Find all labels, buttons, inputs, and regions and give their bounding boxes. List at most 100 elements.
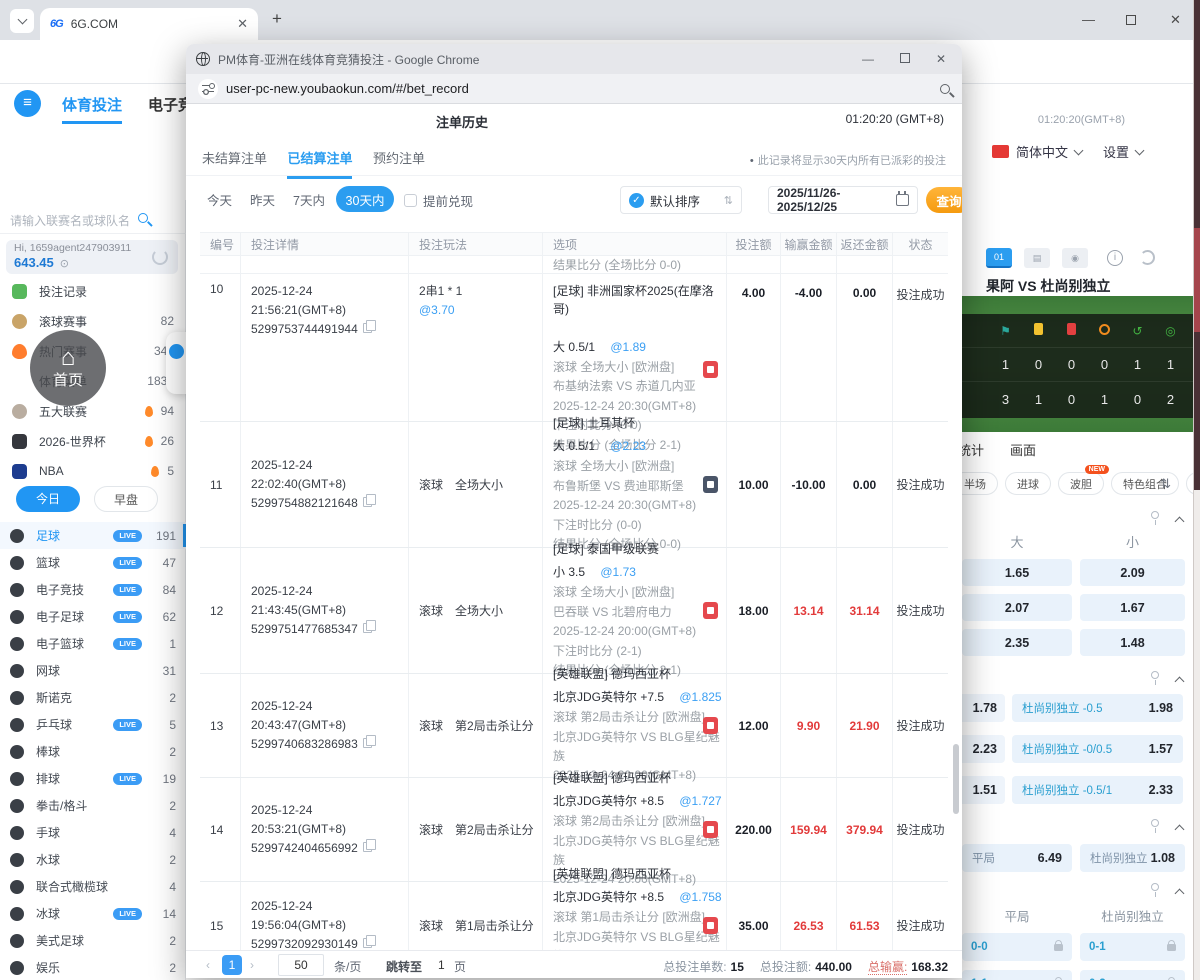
under-odds-button[interactable]: 2.09 <box>1080 559 1185 586</box>
pin-icon[interactable] <box>1151 883 1159 897</box>
window-maximize-button[interactable] <box>1126 13 1136 28</box>
copy-icon[interactable] <box>362 494 376 508</box>
league-search-input[interactable]: 请输入联赛名或球队名 <box>0 204 186 234</box>
sidebar-sport-item[interactable]: 足球 LIVE 191 <box>0 522 186 549</box>
quick-range-button[interactable]: 今天 <box>207 190 232 209</box>
market-pill[interactable]: 进球 <box>1005 472 1051 495</box>
team-odds-button[interactable]: 杜尚别独立 1.08 <box>1080 844 1185 872</box>
market-pill[interactable]: 波胆 NEW <box>1058 465 1109 495</box>
home-floating-button[interactable]: ⌂ 首页 <box>30 330 106 406</box>
copy-icon[interactable] <box>362 839 376 853</box>
pin-icon[interactable] <box>1151 671 1159 685</box>
video-tab[interactable]: ◉ <box>1062 248 1088 268</box>
refresh-balance-icon[interactable] <box>152 249 168 265</box>
collapse-icon[interactable] <box>1174 516 1185 527</box>
copy-icon[interactable] <box>362 320 376 334</box>
sidebar-sport-item[interactable]: 斯诺克 2 <box>0 684 186 711</box>
record-tab[interactable]: 已结算注单 <box>287 148 353 179</box>
quick-range-button[interactable]: 昨天 <box>250 190 275 209</box>
over-odds-button[interactable]: 2.35 <box>962 629 1072 656</box>
away-handicap-odds-button[interactable]: 杜尚别独立 -0/0.5 1.57 <box>1012 735 1183 763</box>
tab-search-button[interactable] <box>10 9 34 33</box>
sidebar-menu-item[interactable]: 2026-世界杯 26 <box>0 426 186 456</box>
popup-title-bar[interactable]: PM体育-亚洲在线体育竞猜投注 - Google Chrome — ✕ <box>186 44 962 74</box>
odds-board-tab[interactable]: 01 <box>986 248 1012 268</box>
score-odds-button[interactable]: 0-1 <box>1080 933 1185 961</box>
record-tab[interactable]: 未结算注单 <box>202 148 267 176</box>
stream-icon[interactable] <box>703 475 718 493</box>
quick-range-button[interactable]: 7天内 <box>293 190 325 209</box>
record-tab[interactable]: 预约注单 <box>373 148 425 176</box>
stats-board-tab[interactable]: ▤ <box>1024 248 1050 268</box>
window-close-button[interactable]: ✕ <box>1170 12 1181 28</box>
popup-maximize-button[interactable] <box>899 52 910 66</box>
under-odds-button[interactable]: 1.67 <box>1080 594 1185 621</box>
away-handicap-odds-button[interactable]: 杜尚别独立 -0.5/1 2.33 <box>1012 776 1183 804</box>
today-tab[interactable]: 今日 <box>16 486 80 512</box>
copy-icon[interactable] <box>362 735 376 749</box>
sidebar-menu-item[interactable]: NBA 5 <box>0 456 186 486</box>
away-handicap-odds-button[interactable]: 杜尚别独立 -0.5 1.98 <box>1012 694 1183 722</box>
score-odds-button[interactable]: 0-0 <box>962 933 1072 961</box>
stream-icon[interactable] <box>703 820 718 838</box>
new-tab-button[interactable]: + <box>272 9 282 29</box>
draw-odds-button[interactable]: 平局 6.49 <box>962 844 1072 872</box>
sidebar-sport-item[interactable]: 手球 4 <box>0 819 186 846</box>
date-range-picker[interactable]: 2025/11/26-2025/12/25 <box>768 186 918 214</box>
under-odds-button[interactable]: 1.48 <box>1080 629 1185 656</box>
sidebar-menu-item[interactable]: 投注记录 <box>0 276 186 306</box>
info-icon[interactable]: i <box>1107 250 1123 266</box>
settings-menu[interactable]: 设置 <box>1103 142 1129 161</box>
sidebar-sport-item[interactable]: 电子篮球 LIVE 1 <box>0 630 186 657</box>
popup-minimize-button[interactable]: — <box>862 52 874 66</box>
sidebar-sport-item[interactable]: 冰球 LIVE 14 <box>0 900 186 927</box>
current-page-button[interactable]: 1 <box>222 955 242 975</box>
sort-markets-icon[interactable]: ⇅ <box>1160 476 1171 492</box>
collapse-icon[interactable] <box>1174 824 1185 835</box>
sidebar-sport-item[interactable]: 拳击/格斗 2 <box>0 792 186 819</box>
popup-close-button[interactable]: ✕ <box>936 52 946 66</box>
refresh-icon[interactable] <box>1140 250 1155 265</box>
query-button[interactable]: 查询 <box>926 187 962 213</box>
language-selector[interactable]: 简体中文 <box>1016 142 1068 161</box>
search-icon[interactable] <box>138 213 148 223</box>
cashout-checkbox[interactable] <box>404 194 417 207</box>
floating-widget-handle[interactable] <box>166 332 188 394</box>
stream-icon[interactable] <box>703 916 718 934</box>
popup-scrollbar[interactable] <box>953 744 959 814</box>
early-market-tab[interactable]: 早盘 <box>94 486 158 512</box>
stream-icon[interactable] <box>703 361 718 378</box>
collapse-icon[interactable] <box>1174 676 1185 687</box>
sidebar-sport-item[interactable]: 排球 LIVE 19 <box>0 765 186 792</box>
stream-icon[interactable] <box>703 601 718 619</box>
sidebar-sport-item[interactable]: 网球 31 <box>0 657 186 684</box>
sidebar-sport-item[interactable]: 娱乐 2 <box>0 954 186 980</box>
next-page-button[interactable]: › <box>250 958 254 972</box>
sidebar-sport-item[interactable]: 电子足球 LIVE 62 <box>0 603 186 630</box>
popup-address-bar[interactable]: user-pc-new.youbaokun.com/#/bet_record <box>186 74 962 104</box>
over-odds-button[interactable]: 2.07 <box>962 594 1072 621</box>
nav-sports-betting[interactable]: 体育投注 <box>62 94 123 124</box>
stream-icon[interactable] <box>703 716 718 734</box>
jump-page-input[interactable]: 1 <box>438 958 445 972</box>
pin-icon[interactable] <box>1151 511 1159 525</box>
sidebar-sport-item[interactable]: 水球 2 <box>0 846 186 873</box>
page-size-input[interactable] <box>278 954 324 976</box>
browser-tab[interactable]: 6G 6G.COM ✕ <box>40 8 258 40</box>
quick-range-button[interactable]: 30天内 <box>336 186 394 212</box>
over-odds-button[interactable]: 1.65 <box>962 559 1072 586</box>
eye-icon[interactable]: ⊙ <box>60 257 69 270</box>
copy-icon[interactable] <box>362 935 376 949</box>
pin-icon[interactable] <box>1151 819 1159 833</box>
sidebar-sport-item[interactable]: 电子竞技 LIVE 84 <box>0 576 186 603</box>
window-minimize-button[interactable]: — <box>1082 12 1095 27</box>
sidebar-menu-item[interactable]: 滚球赛事 82 <box>0 306 186 336</box>
tab-screen[interactable]: 画面 <box>1010 440 1036 459</box>
sidebar-sport-item[interactable]: 棒球 2 <box>0 738 186 765</box>
sidebar-sport-item[interactable]: 乒乓球 LIVE 5 <box>0 711 186 738</box>
hamburger-menu-icon[interactable]: ≡ <box>14 90 41 117</box>
sidebar-sport-item[interactable]: 联合式橄榄球 4 <box>0 873 186 900</box>
score-odds-button[interactable]: 0-2 <box>1080 970 1185 980</box>
collapse-icon[interactable] <box>1174 888 1185 899</box>
sidebar-sport-item[interactable]: 美式足球 2 <box>0 927 186 954</box>
